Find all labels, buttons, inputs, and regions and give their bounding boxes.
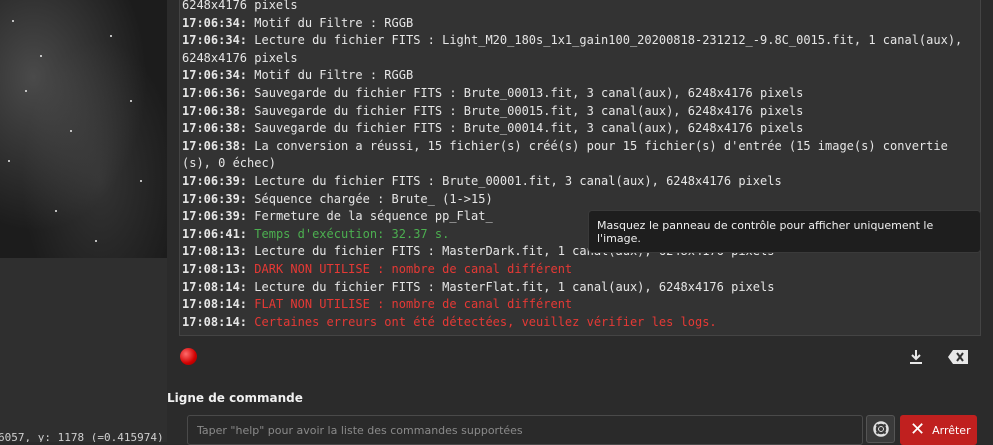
log-line: 17:06:38: La conversion a réussi, 15 fic… bbox=[182, 138, 972, 173]
star bbox=[130, 100, 132, 102]
log-line: 17:08:14: FLAT NON UTILISE : nombre de c… bbox=[182, 296, 972, 314]
log-message: Lecture du fichier FITS : MasterFlat.fit… bbox=[254, 279, 775, 294]
log-timestamp: 17:06:38: bbox=[182, 121, 248, 136]
log-timestamp: 17:08:14: bbox=[182, 314, 248, 329]
star bbox=[140, 180, 142, 182]
log-message: DARK NON UTILISE : nombre de canal diffé… bbox=[254, 261, 573, 276]
log-timestamp: 17:06:36: bbox=[182, 85, 248, 100]
log-timestamp: 17:06:41: bbox=[182, 226, 248, 241]
stop-button-label: Arrêter bbox=[932, 423, 971, 437]
log-message: Séquence chargée : Brute_ (1->15) bbox=[254, 191, 493, 206]
log-timestamp: 17:08:14: bbox=[182, 279, 248, 294]
log-line: 17:08:14: Certaines erreurs ont été déte… bbox=[182, 314, 972, 332]
log-panel[interactable]: 6248x4176 pixels 17:06:34: Motif du Filtr… bbox=[179, 0, 981, 336]
star bbox=[40, 55, 42, 57]
log-line: 17:08:14: Lecture du fichier FITS : Mast… bbox=[182, 279, 972, 297]
image-viewer[interactable]: 6057, y: 1178 (=0.415974) bbox=[0, 0, 167, 442]
star bbox=[8, 160, 10, 162]
help-button[interactable] bbox=[866, 415, 895, 443]
log-timestamp: 17:06:39: bbox=[182, 191, 248, 206]
log-message: Lecture du fichier FITS : Light_M20_180s… bbox=[182, 33, 970, 65]
log-timestamp: 17:06:34: bbox=[182, 68, 248, 83]
log-message: Lecture du fichier FITS : Brute_00001.fi… bbox=[254, 173, 782, 188]
lifebuoy-icon bbox=[872, 421, 889, 437]
x-icon: ✕ bbox=[910, 419, 926, 440]
log-message: Sauvegarde du fichier FITS : Brute_00013… bbox=[254, 85, 804, 100]
command-line-label: Ligne de commande bbox=[167, 391, 303, 405]
stop-button[interactable]: ✕ Arrêter bbox=[900, 415, 977, 445]
log-timestamp: 17:06:38: bbox=[182, 103, 248, 118]
log-line: 17:06:34: Lecture du fichier FITS : Ligh… bbox=[182, 32, 972, 67]
clear-log-button[interactable] bbox=[947, 346, 969, 368]
log-timestamp: 17:08:13: bbox=[182, 261, 248, 276]
star bbox=[12, 20, 14, 22]
log-line: 17:06:34: Motif du Filtre : RGGB bbox=[182, 67, 972, 85]
log-line: 17:06:38: Sauvegarde du fichier FITS : B… bbox=[182, 120, 972, 138]
record-indicator-icon bbox=[180, 348, 197, 365]
log-line: 17:06:38: Sauvegarde du fichier FITS : B… bbox=[182, 103, 972, 121]
star bbox=[70, 130, 72, 132]
star bbox=[55, 210, 57, 212]
log-message: Motif du Filtre : RGGB bbox=[254, 15, 414, 30]
tooltip: Masquez le panneau de contrôle pour affi… bbox=[588, 210, 981, 253]
log-line: 17:08:13: DARK NON UTILISE : nombre de c… bbox=[182, 261, 972, 279]
log-message: Sauvegarde du fichier FITS : Brute_00014… bbox=[254, 121, 804, 136]
log-message: Certaines erreurs ont été détectées, veu… bbox=[254, 314, 717, 329]
log-message: Motif du Filtre : RGGB bbox=[254, 68, 414, 83]
star bbox=[25, 90, 27, 92]
log-timestamp: 17:08:14: bbox=[182, 297, 248, 312]
log-line: 6248x4176 pixels bbox=[182, 0, 972, 15]
astro-image[interactable] bbox=[0, 0, 167, 258]
log-timestamp: 17:06:38: bbox=[182, 138, 248, 153]
log-message: La conversion a réussi, 15 fichier(s) cr… bbox=[182, 138, 948, 171]
log-text: 6248x4176 pixels 17:06:34: Motif du Filtr… bbox=[182, 0, 972, 331]
download-icon-graphic bbox=[910, 350, 922, 364]
star bbox=[95, 240, 97, 242]
log-timestamp: 17:08:13: bbox=[182, 244, 248, 259]
log-line: 17:06:39: Séquence chargée : Brute_ (1->… bbox=[182, 191, 972, 209]
star bbox=[110, 35, 112, 37]
log-message: Fermeture de la séquence pp_Flat_ bbox=[254, 209, 493, 224]
log-timestamp: 17:06:34: bbox=[182, 15, 248, 30]
log-message: FLAT NON UTILISE : nombre de canal diffé… bbox=[254, 297, 573, 312]
cursor-coordinates: 6057, y: 1178 (=0.415974) bbox=[0, 431, 164, 442]
log-timestamp: 17:06:34: bbox=[182, 33, 248, 48]
download-icon[interactable] bbox=[905, 346, 927, 368]
log-message: 6248x4176 pixels bbox=[182, 0, 298, 12]
command-input[interactable] bbox=[187, 415, 863, 445]
clear-backspace-icon bbox=[948, 350, 968, 364]
log-message: Temps d'exécution: 32.37 s. bbox=[254, 226, 450, 241]
log-line: 17:06:36: Sauvegarde du fichier FITS : B… bbox=[182, 85, 972, 103]
log-message: Sauvegarde du fichier FITS : Brute_00015… bbox=[254, 103, 804, 118]
log-timestamp: 17:06:39: bbox=[182, 173, 248, 188]
log-line: 17:06:34: Motif du Filtre : RGGB bbox=[182, 15, 972, 33]
log-timestamp: 17:06:39: bbox=[182, 209, 248, 224]
log-line: 17:06:39: Lecture du fichier FITS : Brut… bbox=[182, 173, 972, 191]
